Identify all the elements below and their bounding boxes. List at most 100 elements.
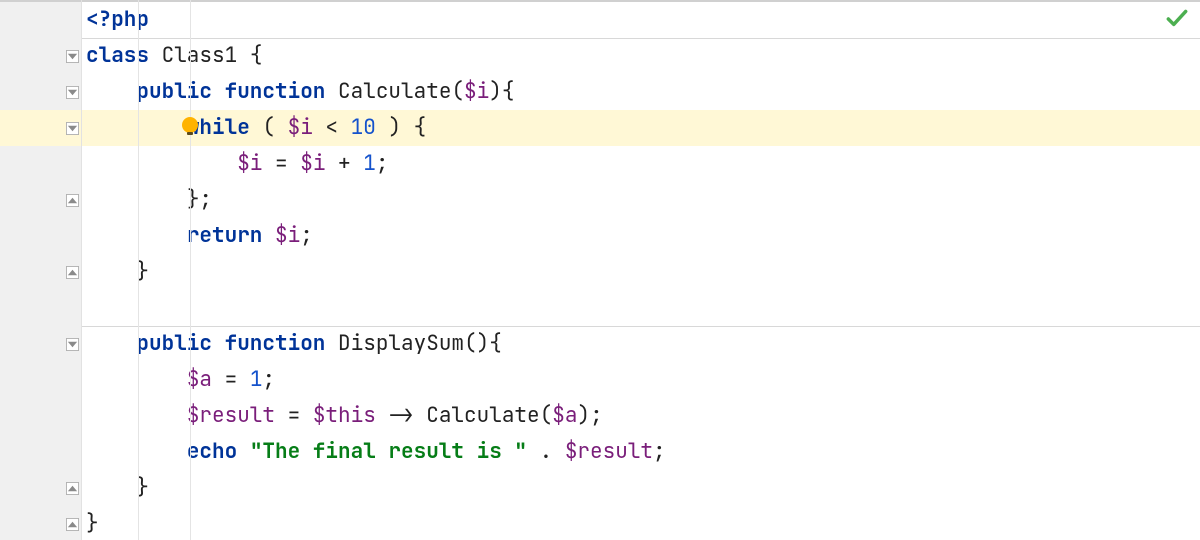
code-token: ) [577, 402, 590, 429]
code-token: ( [540, 402, 553, 429]
fold-collapse-icon[interactable] [66, 122, 79, 135]
code-line[interactable]: <?php [82, 2, 1200, 38]
gutter [0, 0, 82, 540]
code-token [86, 150, 237, 177]
code-line[interactable]: public function Calculate($i){ [82, 74, 1200, 110]
code-token: $i [275, 222, 300, 249]
code-token: echo [187, 438, 250, 465]
code-token [86, 438, 187, 465]
code-token: ( [262, 114, 287, 141]
code-token: -> [376, 402, 426, 429]
code-token: $a [552, 402, 577, 429]
code-token [86, 402, 187, 429]
gutter-line [0, 74, 81, 110]
code-line[interactable]: echo "The final result is " . $result; [82, 434, 1200, 470]
code-line[interactable]: class Class1 { [82, 38, 1200, 74]
code-line[interactable]: } [82, 254, 1200, 290]
code-token [86, 258, 136, 285]
code-token: = [212, 366, 250, 393]
code-token: class [86, 42, 162, 69]
code-token: . [527, 438, 565, 465]
code-token: public function [136, 78, 338, 105]
code-token: 10 [351, 114, 376, 141]
code-token [86, 222, 187, 249]
code-token [86, 114, 187, 141]
code-token: ) { [376, 114, 426, 141]
gutter-line [0, 506, 81, 540]
gutter-line [0, 398, 81, 434]
gutter-line [0, 2, 81, 38]
code-token: } [86, 510, 99, 537]
code-token: ; [300, 222, 313, 249]
code-line[interactable]: return $i; [82, 218, 1200, 254]
code-token: { [250, 42, 263, 69]
code-token: 1 [250, 366, 263, 393]
code-token [86, 78, 136, 105]
code-token: <?php [86, 6, 149, 33]
gutter-line [0, 254, 81, 290]
code-line[interactable]: $result = $this -> Calculate($a); [82, 398, 1200, 434]
fold-expand-icon[interactable] [66, 266, 79, 279]
gutter-line [0, 326, 81, 362]
code-line[interactable]: } [82, 470, 1200, 506]
fold-expand-icon[interactable] [66, 482, 79, 495]
code-line[interactable]: public function DisplaySum(){ [82, 326, 1200, 362]
fold-expand-icon[interactable] [66, 518, 79, 531]
fold-expand-icon[interactable] [66, 194, 79, 207]
fold-collapse-icon[interactable] [66, 86, 79, 99]
code-token: ; [590, 402, 603, 429]
code-area[interactable]: <?php class Class1 { public function Calc… [82, 0, 1200, 540]
code-token: ; [262, 366, 275, 393]
code-token: Class1 [162, 42, 250, 69]
code-token: < [313, 114, 351, 141]
code-token: Calculate [338, 78, 451, 105]
code-token: + [325, 150, 363, 177]
code-token [86, 474, 136, 501]
code-token [86, 294, 99, 321]
code-token: ; [376, 150, 389, 177]
code-token: $result [565, 438, 653, 465]
code-token: "The final result is " [250, 438, 527, 465]
code-token: $result [187, 402, 275, 429]
code-line[interactable]: } [82, 506, 1200, 540]
code-line[interactable]: $i = $i + 1; [82, 146, 1200, 182]
checkmark-icon [1164, 6, 1190, 32]
gutter-line [0, 182, 81, 218]
gutter-line [0, 110, 81, 146]
gutter-line [0, 290, 81, 326]
code-token: $i [300, 150, 325, 177]
code-token: $this [313, 402, 376, 429]
gutter-line [0, 470, 81, 506]
code-line[interactable] [82, 290, 1200, 326]
gutter-line [0, 218, 81, 254]
code-token: ; [653, 438, 666, 465]
code-token: DisplaySum [338, 330, 464, 357]
gutter-line [0, 434, 81, 470]
gutter-line [0, 362, 81, 398]
code-token: = [262, 150, 300, 177]
code-line[interactable]: while ( $i < 10 ) { [82, 110, 1200, 146]
method-separator [82, 38, 1200, 39]
fold-collapse-icon[interactable] [66, 50, 79, 63]
code-line[interactable]: $a = 1; [82, 362, 1200, 398]
code-token: (){ [464, 330, 502, 357]
indent-guide [138, 0, 139, 540]
code-token [86, 330, 136, 357]
code-token: $i [237, 150, 262, 177]
code-token: ){ [489, 78, 514, 105]
code-token: Calculate [426, 402, 539, 429]
fold-collapse-icon[interactable] [66, 338, 79, 351]
lightbulb-icon[interactable] [178, 112, 202, 140]
code-token: $i [464, 78, 489, 105]
code-token: public function [136, 330, 338, 357]
code-token: 1 [363, 150, 376, 177]
gutter-line [0, 146, 81, 182]
code-token: return [187, 222, 275, 249]
code-editor: <?php class Class1 { public function Calc… [0, 0, 1200, 540]
indent-guide [190, 0, 191, 540]
code-token: = [275, 402, 313, 429]
code-token: ( [451, 78, 464, 105]
code-line[interactable]: }; [82, 182, 1200, 218]
code-token: $i [288, 114, 313, 141]
code-token [86, 186, 187, 213]
